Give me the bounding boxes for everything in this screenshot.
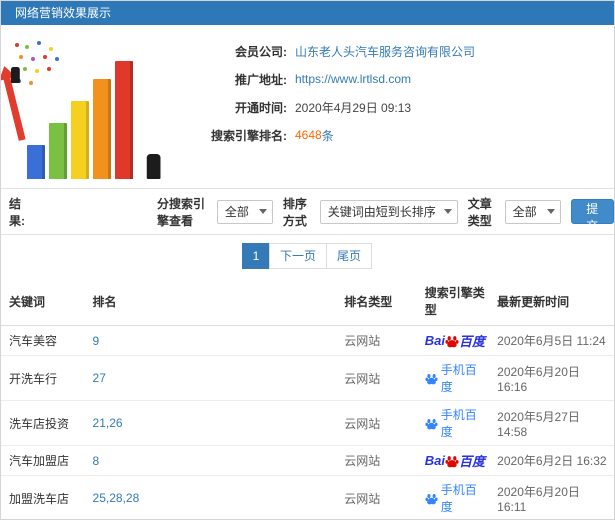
chevron-down-icon [258, 209, 267, 214]
mobile-baidu-label: 手机百度 [440, 363, 477, 394]
keyword-cell: 洗车店投资 [9, 416, 70, 431]
article-type-select[interactable]: 全部 [504, 199, 561, 224]
promo-url-row: 推广地址: https://www.lrtlsd.com [183, 65, 475, 93]
confetti-dots-decoration [15, 43, 19, 47]
updated-cell: 2020年6月2日 16:32 [497, 454, 607, 468]
article-type-value: 全部 [512, 205, 537, 219]
baidu-logo-prefix: Bai [424, 453, 445, 468]
mobile-baidu-paw-icon [425, 417, 438, 430]
header-updated: 最新更新时间 [491, 277, 614, 326]
header-keyword: 关键词 [1, 277, 87, 326]
mobile-baidu-logo: 手机百度 [425, 361, 485, 395]
filter-bar: 结果: 分搜索引擎查看 全部 排序方式 关键词由短到长排序 文章类型 全部 提交 [1, 189, 614, 235]
rank-link[interactable]: 27 [93, 371, 106, 385]
rank-link[interactable]: 25,28,28 [93, 491, 140, 505]
baidu-logo-suffix: 百度 [458, 454, 485, 469]
page-title: 网络营销效果展示 [15, 6, 112, 20]
baidu-paw-icon [445, 454, 459, 468]
table-header-row: 关键词 排名 排名类型 搜索引擎类型 最新更新时间 [1, 277, 614, 326]
chart-bar-orange [93, 79, 111, 179]
table-row: 加盟洗车店 25,28,28 云网站 手机百度 2020年6月20日 16:11 [1, 475, 614, 519]
table-row: 洗车店投资 21,26 云网站 手机百度 2020年5月27日 14:58 [1, 400, 614, 446]
baidu-paw-icon [445, 334, 459, 348]
pagination: 1 下一页 尾页 [1, 235, 614, 277]
table-row: 开洗车行 27 云网站 手机百度 2020年6月20日 16:16 [1, 355, 614, 401]
keyword-cell: 汽车美容 [9, 334, 58, 348]
chevron-down-icon [546, 209, 555, 214]
next-page-button[interactable]: 下一页 [268, 243, 327, 269]
mobile-baidu-label: 手机百度 [440, 483, 477, 514]
rank-count-row: 搜索引擎排名: 4648 条 [183, 121, 475, 149]
baidu-logo-prefix: Bai [424, 333, 445, 348]
keyword-cell: 汽车加盟店 [9, 454, 70, 468]
chart-bar-red [115, 61, 133, 179]
sort-value: 关键词由短到长排序 [327, 205, 436, 219]
promo-url-label: 推广地址: [235, 72, 287, 87]
chart-bar-blue [27, 145, 45, 179]
header-engine-type: 搜索引擎类型 [418, 277, 492, 326]
company-info-panel: 会员公司: 山东老人头汽车服务咨询有限公司 推广地址: https://www.… [1, 25, 614, 189]
engine-filter-select[interactable]: 全部 [216, 199, 273, 224]
rank-type-cell: 云网站 [344, 454, 381, 468]
promo-url-link[interactable]: https://www.lrtlsd.com [295, 72, 411, 86]
header-rank: 排名 [86, 277, 339, 326]
updated-cell: 2020年6月5日 11:24 [497, 334, 606, 348]
submit-button[interactable]: 提交 [570, 199, 614, 233]
rank-type-cell: 云网站 [344, 371, 381, 386]
chart-bar-yellow [71, 101, 89, 179]
keyword-rank-table: 关键词 排名 排名类型 搜索引擎类型 最新更新时间 汽车美容 9 云网站 Bai… [1, 277, 614, 519]
growth-arrow-icon [3, 77, 26, 141]
rank-count-label: 搜索引擎排名: [211, 128, 287, 143]
member-company-row: 会员公司: 山东老人头汽车服务咨询有限公司 [183, 37, 475, 65]
baidu-logo: Bai 百度 [425, 451, 485, 470]
person-figure-right [146, 154, 161, 179]
last-page-button[interactable]: 尾页 [326, 243, 373, 269]
bar-chart-illustration [1, 33, 183, 181]
result-label: 结果: [9, 196, 25, 228]
marketing-report-page: 网络营销效果展示 会员公司: 山东老人头汽车服务咨询有限公司 推广地址: htt… [0, 0, 615, 520]
engine-filter-label: 分搜索引擎查看 [156, 196, 205, 228]
rank-count-value: 4648 [295, 128, 322, 142]
mobile-baidu-paw-icon [425, 492, 438, 505]
sort-label: 排序方式 [282, 196, 307, 228]
rank-type-cell: 云网站 [344, 416, 381, 431]
updated-cell: 2020年6月20日 16:16 [497, 364, 580, 394]
keyword-cell: 开洗车行 [9, 371, 58, 386]
engine-filter-value: 全部 [224, 205, 249, 219]
table-row: 汽车美容 9 云网站 Bai 百度 2020年6月5日 11:24 [1, 325, 614, 356]
baidu-logo-suffix: 百度 [458, 334, 485, 349]
open-time-value: 2020年4月29日 09:13 [295, 100, 412, 115]
baidu-logo: Bai 百度 [425, 331, 485, 350]
mobile-baidu-logo: 手机百度 [425, 481, 485, 515]
sort-select[interactable]: 关键词由短到长排序 [319, 199, 458, 224]
rank-type-cell: 云网站 [344, 491, 381, 506]
updated-cell: 2020年6月20日 16:11 [497, 484, 580, 514]
header-rank-type: 排名类型 [338, 277, 419, 326]
open-time-row: 开通时间: 2020年4月29日 09:13 [183, 93, 475, 121]
rank-link[interactable]: 8 [93, 454, 100, 468]
mobile-baidu-logo: 手机百度 [425, 406, 485, 440]
member-company-link[interactable]: 山东老人头汽车服务咨询有限公司 [295, 43, 475, 60]
rank-link[interactable]: 21,26 [93, 416, 123, 430]
app-header: 网络营销效果展示 [1, 1, 614, 25]
rank-link[interactable]: 9 [93, 334, 100, 348]
article-type-label: 文章类型 [467, 196, 492, 228]
rank-type-cell: 云网站 [344, 334, 381, 348]
person-figure-left [10, 67, 20, 83]
chevron-down-icon [443, 209, 452, 214]
mobile-baidu-label: 手机百度 [440, 408, 477, 439]
updated-cell: 2020年5月27日 14:58 [497, 409, 580, 439]
page-1-button[interactable]: 1 [241, 243, 270, 269]
mobile-baidu-paw-icon [425, 372, 438, 385]
rank-count-unit: 条 [321, 128, 334, 143]
chart-bar-green [49, 123, 67, 179]
open-time-label: 开通时间: [235, 100, 287, 115]
keyword-cell: 加盟洗车店 [9, 491, 70, 506]
table-row: 汽车加盟店 8 云网站 Bai 百度 2020年6月2日 16:32 [1, 445, 614, 476]
member-company-label: 会员公司: [235, 44, 287, 59]
info-fields: 会员公司: 山东老人头汽车服务咨询有限公司 推广地址: https://www.… [183, 33, 475, 182]
